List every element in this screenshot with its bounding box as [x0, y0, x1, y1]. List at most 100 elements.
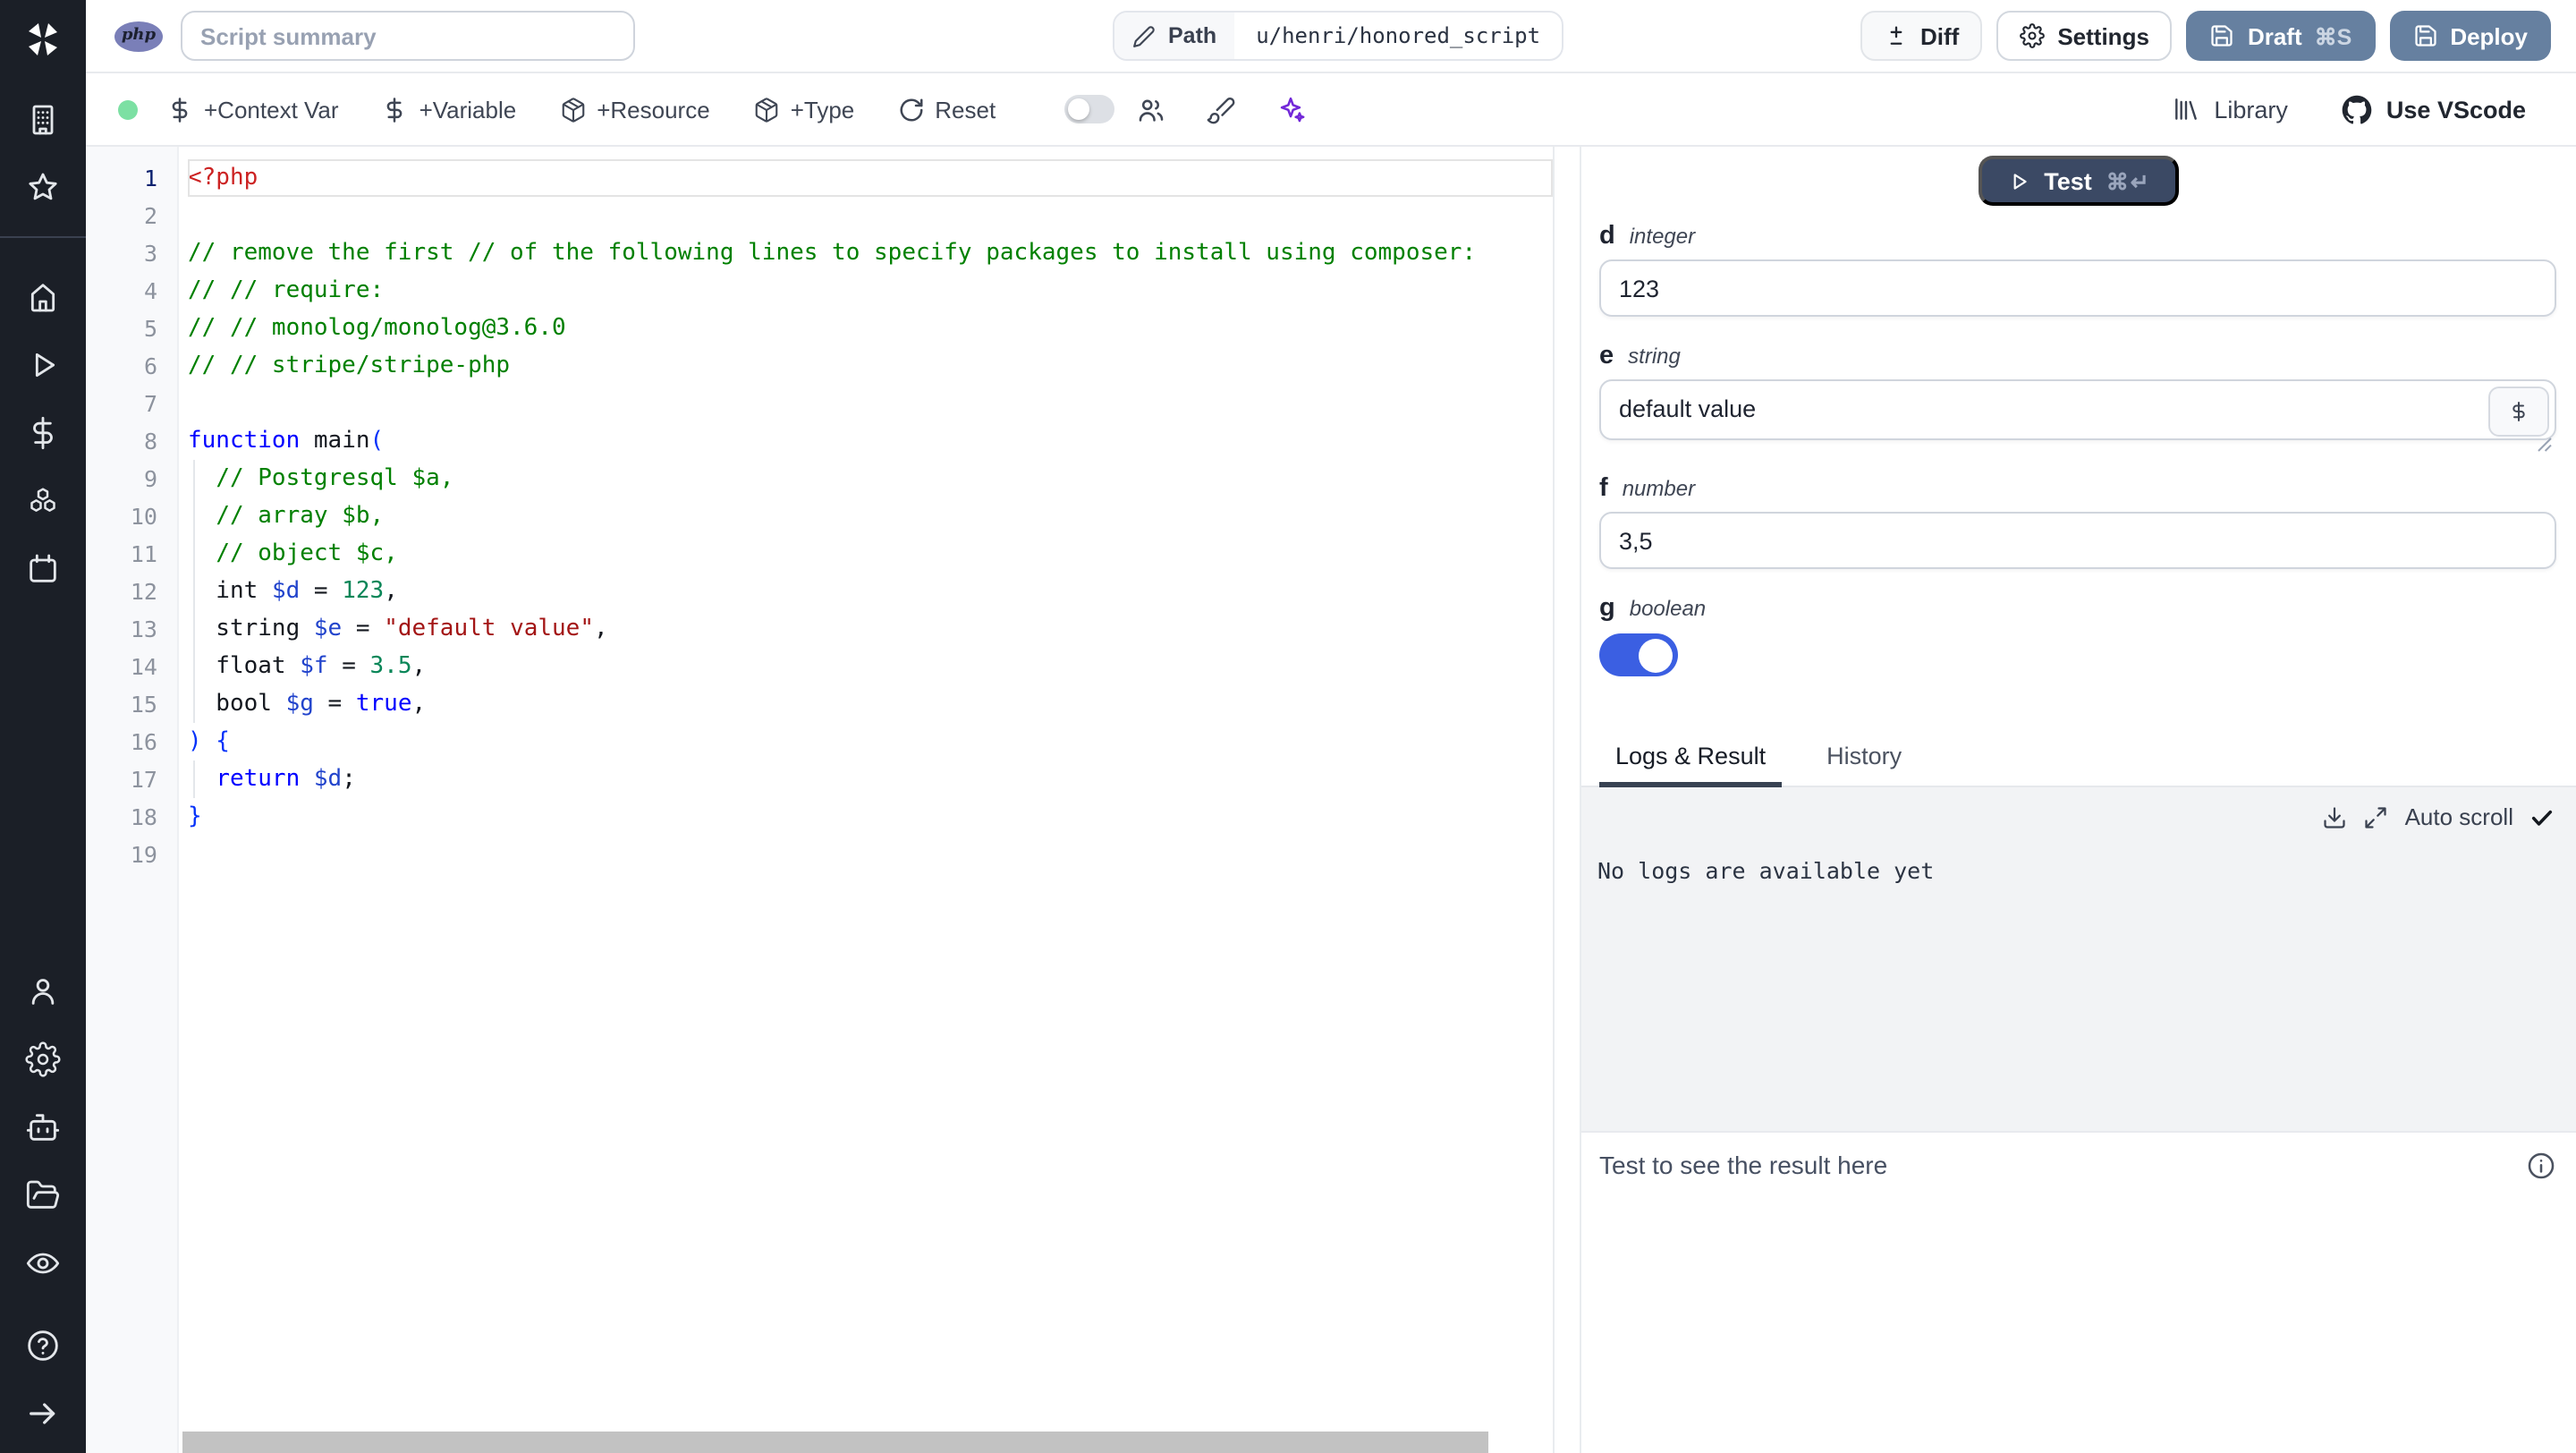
- code-line: // array $b,: [188, 497, 1553, 535]
- line-number: 8: [143, 428, 157, 455]
- add-type-button[interactable]: +Type: [753, 96, 854, 123]
- folders-icon[interactable]: [25, 1177, 61, 1213]
- code-line: // remove the first // of the following …: [188, 240, 1477, 267]
- result-placeholder: Test to see the result here: [1599, 1151, 1888, 1179]
- scrollbar-thumb[interactable]: [182, 1432, 1488, 1453]
- editor-toolbar: +Context Var +Variable +Resource +Type R…: [86, 73, 2576, 147]
- users-icon[interactable]: [1135, 94, 1165, 124]
- line-number: 3: [143, 240, 157, 267]
- line-number: 16: [130, 728, 157, 755]
- download-logs-icon[interactable]: [2323, 804, 2348, 829]
- script-path-widget[interactable]: Path u/henri/honored_script: [1113, 11, 1564, 61]
- schedules-calendar-icon[interactable]: [25, 551, 61, 587]
- line-number: 10: [130, 503, 157, 530]
- collapse-arrow-icon[interactable]: [25, 1396, 61, 1432]
- code-line: string $e = "default value",: [188, 610, 1553, 648]
- draft-button[interactable]: Draft ⌘S: [2186, 11, 2376, 61]
- path-edit-section: Path: [1114, 13, 1235, 59]
- line-number: 1: [143, 165, 157, 191]
- variables-dollar-icon[interactable]: [25, 415, 61, 451]
- test-button[interactable]: Test ⌘↵: [1978, 156, 2180, 206]
- line-number: 2: [143, 202, 157, 229]
- settings-button[interactable]: Settings: [1996, 11, 2173, 61]
- horizontal-scrollbar[interactable]: [86, 1432, 1553, 1453]
- field-label-d: d integer: [1599, 222, 1696, 251]
- windmill-logo-icon[interactable]: [21, 18, 64, 61]
- audit-eye-icon[interactable]: [25, 1245, 61, 1281]
- format-brush-icon[interactable]: [1205, 94, 1235, 124]
- tab-logs-result[interactable]: Logs & Result: [1599, 743, 1783, 787]
- runs-play-icon[interactable]: [25, 347, 61, 383]
- code-line: // object $c,: [188, 535, 1553, 573]
- draft-shortcut: ⌘S: [2314, 24, 2352, 49]
- line-number: 13: [130, 616, 157, 642]
- code-line: float $f = 3.5,: [188, 648, 1553, 685]
- code-line: return $d;: [188, 760, 1553, 798]
- field-label-f: f number: [1599, 474, 1696, 503]
- diff-icon: [1883, 23, 1908, 48]
- home-icon[interactable]: [25, 279, 61, 315]
- code-line: ) {: [188, 728, 230, 755]
- dollar-icon: [2508, 401, 2529, 422]
- settings-gear-icon[interactable]: [25, 1041, 61, 1077]
- field-f-input[interactable]: [1599, 512, 2556, 569]
- multiplayer-toggle[interactable]: [1063, 95, 1114, 123]
- line-number: 7: [143, 390, 157, 417]
- reset-button[interactable]: Reset: [897, 96, 996, 123]
- autoscroll-label[interactable]: Auto scroll: [2405, 803, 2513, 830]
- result-tabs: Logs & Result History: [1581, 743, 2576, 787]
- add-context-var-button[interactable]: +Context Var: [166, 96, 339, 123]
- package-icon: [559, 96, 586, 123]
- save-icon: [2210, 23, 2235, 48]
- info-icon[interactable]: [2526, 1151, 2556, 1181]
- code-line: <?php: [188, 159, 1553, 197]
- pane-resizer[interactable]: [1555, 147, 1580, 1453]
- line-number: 6: [143, 353, 157, 379]
- line-number: 18: [130, 803, 157, 830]
- expand-logs-icon[interactable]: [2364, 804, 2389, 829]
- script-summary-input[interactable]: [181, 11, 635, 61]
- line-number: 14: [130, 653, 157, 680]
- line-number: 11: [130, 540, 157, 567]
- diff-button[interactable]: Diff: [1860, 11, 1983, 61]
- path-label: Path: [1168, 23, 1217, 48]
- add-variable-button[interactable]: +Variable: [382, 96, 516, 123]
- field-e-textarea[interactable]: default value: [1599, 379, 2556, 440]
- line-number: 9: [143, 465, 157, 492]
- code-area[interactable]: <?php // remove the first // of the foll…: [179, 147, 1553, 1453]
- topbar: php Path u/henri/honored_script Diff Set…: [86, 0, 2576, 73]
- resources-boxes-icon[interactable]: [25, 483, 61, 519]
- favorites-star-icon[interactable]: [25, 170, 61, 206]
- library-button[interactable]: Library: [2171, 95, 2288, 123]
- github-icon: [2342, 94, 2372, 124]
- path-value: u/henri/honored_script: [1256, 23, 1541, 48]
- gear-icon: [2020, 23, 2046, 48]
- field-d-input[interactable]: [1599, 259, 2556, 317]
- logs-panel: Auto scroll No logs are available yet: [1581, 787, 2576, 1131]
- deploy-button[interactable]: Deploy: [2389, 11, 2551, 61]
- tab-history[interactable]: History: [1810, 743, 1918, 786]
- code-line: // // stripe/stripe-php: [188, 353, 511, 379]
- sidebar-divider: [0, 236, 86, 238]
- field-g-toggle[interactable]: [1599, 633, 1678, 676]
- rotate-icon: [897, 96, 924, 123]
- code-editor[interactable]: 1 2 3 4 5 6 7 8 9 10 11 12 13 14 15 16 17 18 19 <?php // r…: [86, 147, 1555, 1453]
- dollar-icon: [166, 96, 193, 123]
- workspace-building-icon[interactable]: [25, 102, 61, 138]
- check-icon[interactable]: [2529, 804, 2555, 829]
- sidebar-nav: [0, 0, 86, 1453]
- logs-empty-message: No logs are available yet: [1597, 857, 1935, 884]
- use-vscode-button[interactable]: Use VScode: [2342, 94, 2526, 124]
- ai-sparkles-icon[interactable]: [1275, 94, 1305, 124]
- pencil-icon: [1132, 24, 1156, 47]
- users-person-icon[interactable]: [25, 973, 61, 1009]
- resize-handle[interactable]: [2537, 429, 2553, 452]
- package-icon: [753, 96, 780, 123]
- line-number: 5: [143, 315, 157, 342]
- code-line: }: [188, 803, 202, 830]
- add-resource-button[interactable]: +Resource: [559, 96, 710, 123]
- workers-bot-icon[interactable]: [25, 1109, 61, 1145]
- help-icon[interactable]: [25, 1328, 61, 1364]
